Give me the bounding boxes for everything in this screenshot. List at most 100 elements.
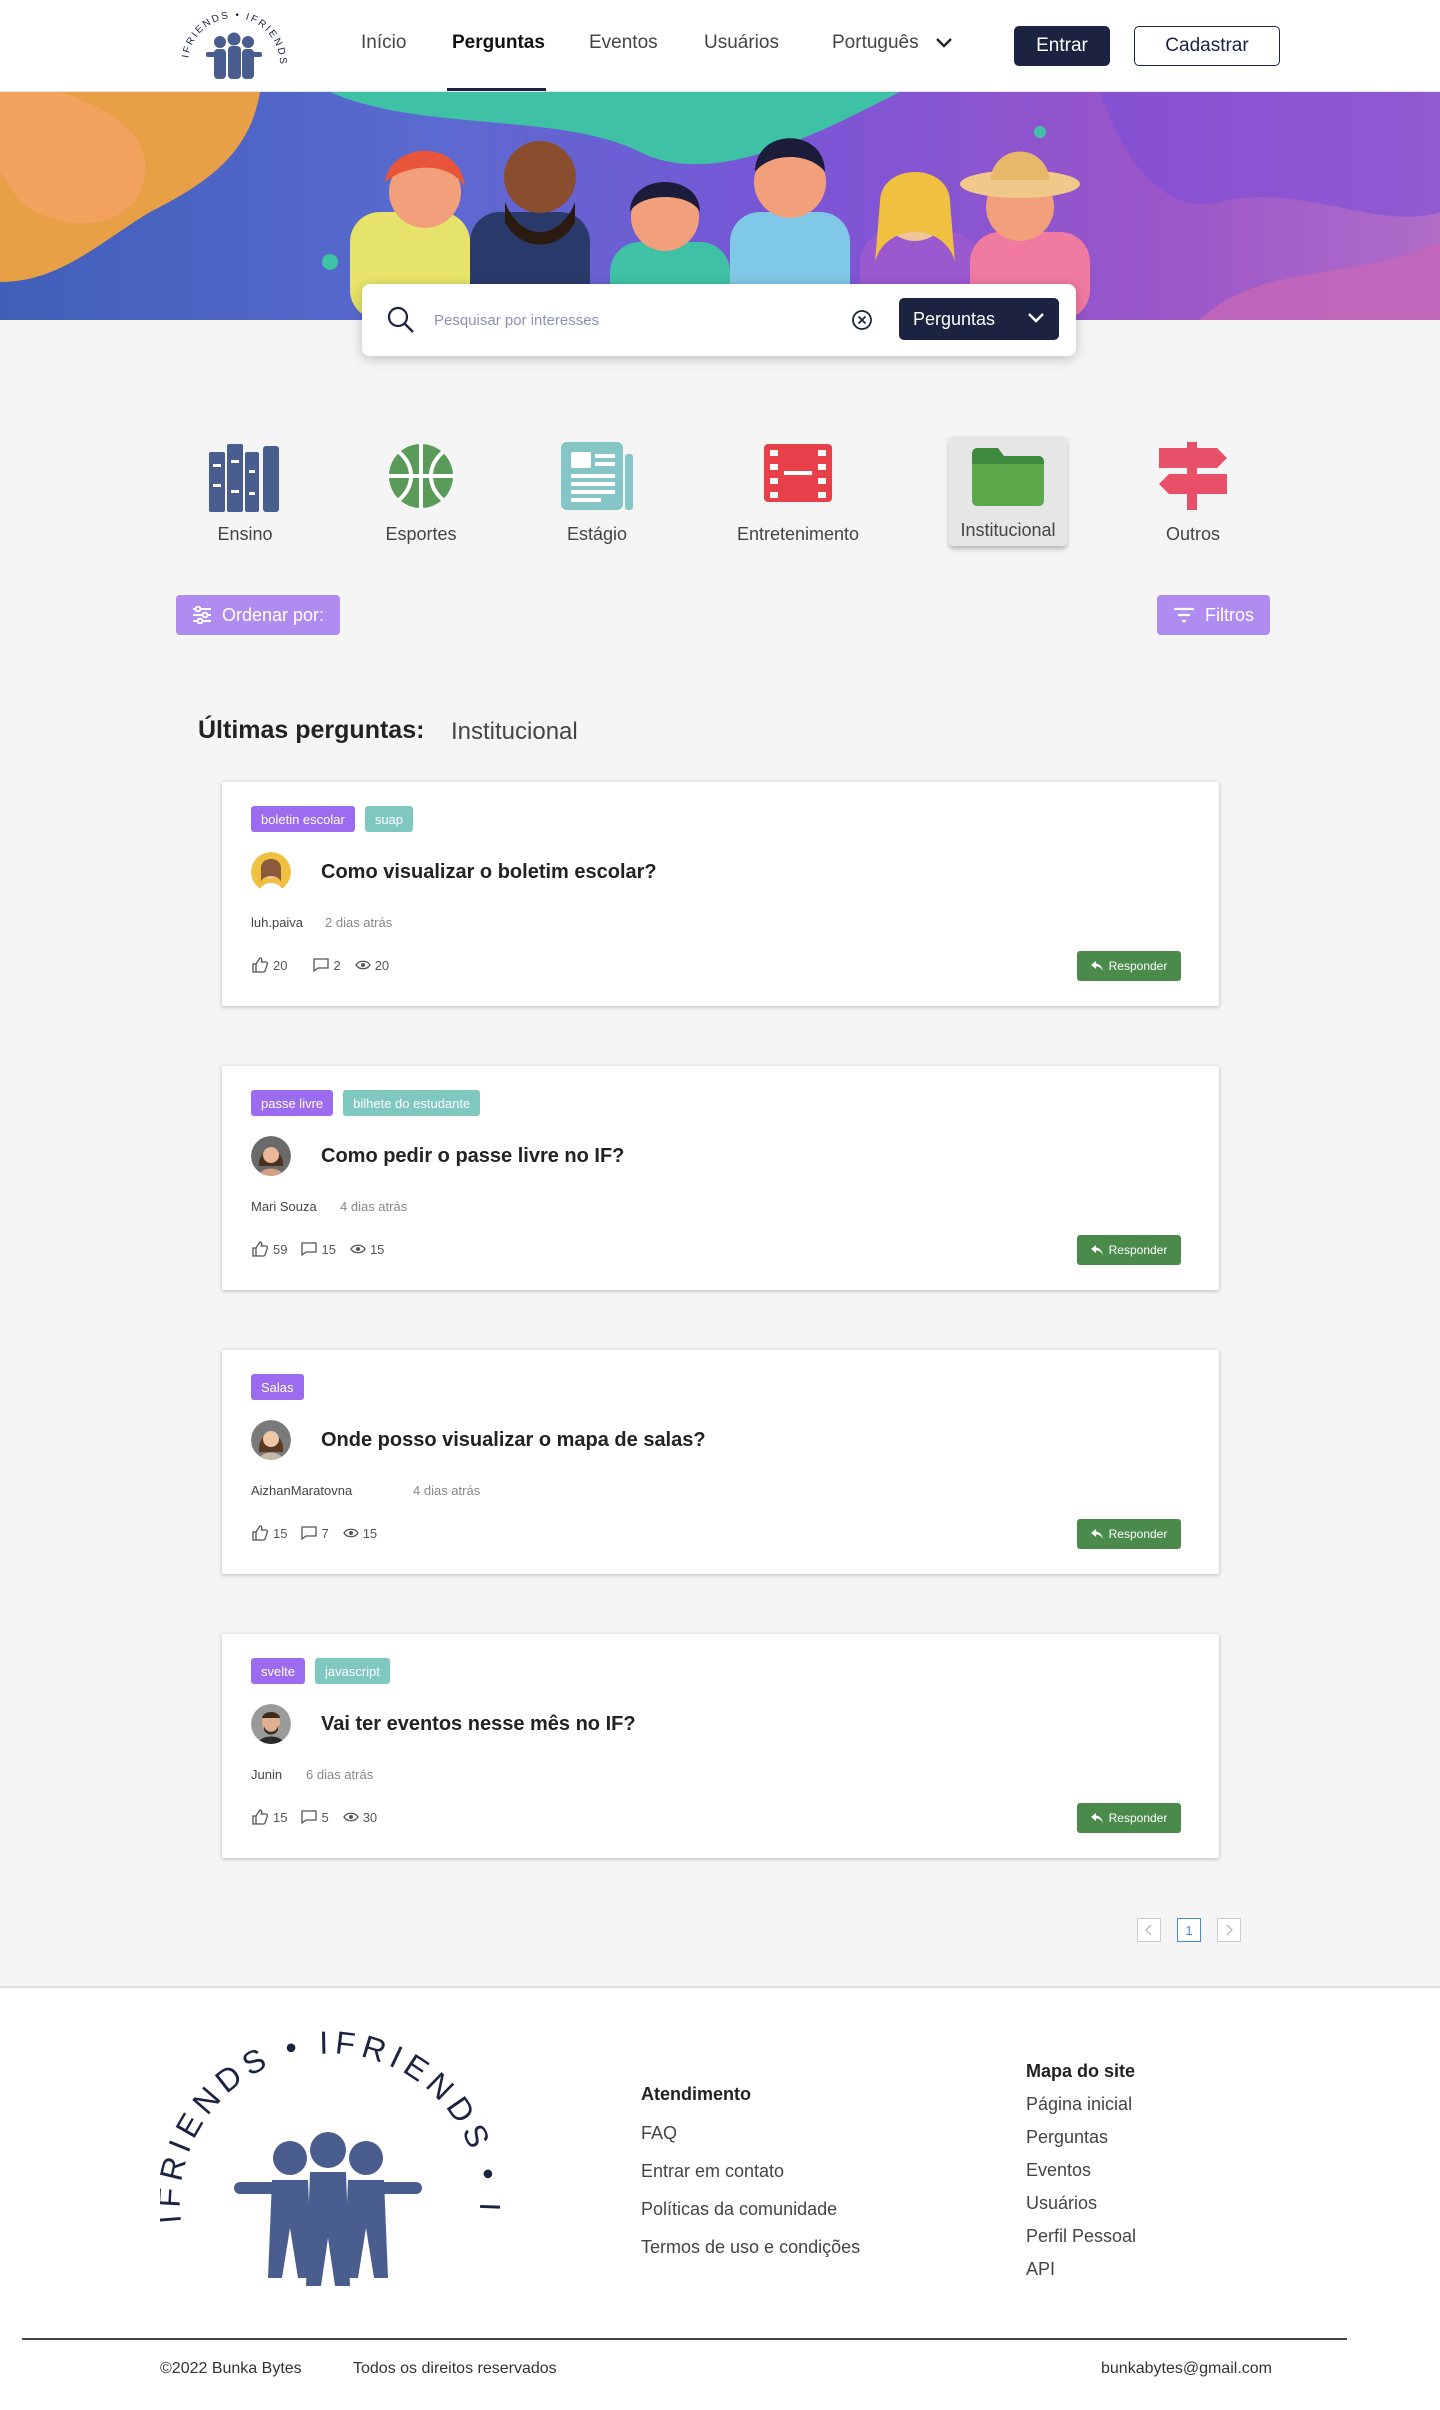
nav-link-inicio[interactable]: Início xyxy=(361,32,406,54)
comment-value: 15 xyxy=(321,1241,336,1257)
footer-logo: IFRIENDS • IFRIENDS • IFRIENDS xyxy=(145,1999,503,2298)
footer-link-eventos[interactable]: Eventos xyxy=(1026,2160,1091,2181)
contact-email[interactable]: bunkabytes@gmail.com xyxy=(1101,2360,1272,2378)
thumbs-up-icon xyxy=(252,1241,268,1257)
filter-icon xyxy=(1174,607,1194,623)
footer-link-contato[interactable]: Entrar em contato xyxy=(641,2161,784,2182)
comment-icon xyxy=(301,1526,318,1541)
view-count: 30 xyxy=(342,1810,377,1825)
avatar[interactable] xyxy=(251,852,291,892)
view-value: 15 xyxy=(369,1241,385,1257)
question-author[interactable]: AizhanMaratovna xyxy=(251,1483,352,1498)
film-icon xyxy=(764,444,832,502)
reply-button[interactable]: Responder xyxy=(1077,951,1181,981)
tag[interactable]: svelte xyxy=(251,1658,305,1684)
nav-link-eventos[interactable]: Eventos xyxy=(589,32,658,54)
tag[interactable]: suap xyxy=(364,806,414,832)
footer-link-faq[interactable]: FAQ xyxy=(641,2123,677,2144)
question-author[interactable]: luh.paiva xyxy=(251,915,303,930)
question-card[interactable]: passe livre bilhete do estudante Como pe… xyxy=(222,1066,1219,1290)
like-count[interactable]: 15 xyxy=(251,1808,287,1826)
category-estagio[interactable]: Estágio xyxy=(532,432,662,552)
like-count[interactable]: 20 xyxy=(251,956,287,974)
tag[interactable]: bilhete do estudante xyxy=(343,1090,481,1116)
reply-button[interactable]: Responder xyxy=(1077,1519,1181,1549)
reply-label: Responder xyxy=(1108,1811,1168,1825)
tag[interactable]: Salas xyxy=(251,1374,304,1400)
question-title[interactable]: Como pedir o passe livre no IF? xyxy=(321,1145,624,1168)
copyright: ©2022 Bunka Bytes xyxy=(160,2360,302,2377)
question-title[interactable]: Onde posso visualizar o mapa de salas? xyxy=(321,1429,706,1452)
question-card[interactable]: boletin escolar suap Como visualizar o b… xyxy=(222,782,1219,1006)
chevron-right-icon xyxy=(1226,1924,1233,1936)
question-title[interactable]: Vai ter eventos nesse mês no IF? xyxy=(321,1713,636,1736)
footer-link-termos[interactable]: Termos de uso e condições xyxy=(641,2237,860,2258)
category-label: Outros xyxy=(1165,524,1221,544)
like-value: 15 xyxy=(273,1525,288,1541)
category-entretenimento[interactable]: Entretenimento xyxy=(733,432,863,552)
pagination-next[interactable] xyxy=(1217,1918,1241,1942)
avatar[interactable] xyxy=(251,1420,291,1460)
comment-count[interactable]: 2 xyxy=(313,957,341,973)
tag[interactable]: javascript xyxy=(314,1658,390,1684)
language-select[interactable]: Português xyxy=(832,32,953,54)
chevron-left-icon xyxy=(1145,1924,1152,1936)
footer-heading-atendimento: Atendimento xyxy=(641,2084,751,2104)
sort-button[interactable]: Ordenar por: xyxy=(176,595,341,635)
clear-search-icon[interactable] xyxy=(851,309,873,331)
reply-button[interactable]: Responder xyxy=(1077,1235,1181,1265)
footer-link-perfil[interactable]: Perfil Pessoal xyxy=(1026,2226,1136,2247)
ifriends-logo[interactable]: IFRIENDS • IFRIENDS • IFRIENDS xyxy=(165,0,298,90)
comment-count[interactable]: 7 xyxy=(301,1525,329,1541)
eye-icon xyxy=(354,960,371,970)
question-card[interactable]: svelte javascript Vai ter eventos nesse … xyxy=(222,1634,1219,1858)
comment-value: 2 xyxy=(333,957,341,973)
comment-count[interactable]: 5 xyxy=(301,1809,329,1825)
nav-link-perguntas[interactable]: Perguntas xyxy=(452,32,545,54)
like-count[interactable]: 59 xyxy=(251,1240,287,1258)
comment-value: 5 xyxy=(321,1809,329,1825)
like-value: 15 xyxy=(273,1809,288,1825)
footer-link-usuarios[interactable]: Usuários xyxy=(1026,2193,1097,2214)
question-author[interactable]: Junin xyxy=(251,1767,282,1782)
footer-link-politicas[interactable]: Políticas da comunidade xyxy=(641,2199,837,2220)
filter-label: Filtros xyxy=(1205,604,1254,625)
avatar[interactable] xyxy=(251,1704,291,1744)
search-type-select[interactable]: Perguntas xyxy=(899,298,1059,340)
signup-button[interactable]: Cadastrar xyxy=(1134,26,1280,66)
like-count[interactable]: 15 xyxy=(251,1524,287,1542)
like-value: 20 xyxy=(273,957,288,973)
category-institucional[interactable]: Institucional xyxy=(949,436,1067,546)
search-icon[interactable] xyxy=(387,306,415,334)
nav-link-usuarios[interactable]: Usuários xyxy=(704,32,779,54)
comment-count[interactable]: 15 xyxy=(301,1241,336,1257)
search-input[interactable] xyxy=(434,306,834,334)
tag[interactable]: passe livre xyxy=(251,1090,334,1116)
tag[interactable]: boletin escolar xyxy=(251,806,355,832)
footer-heading-mapa: Mapa do site xyxy=(1026,2061,1136,2081)
category-label: Estágio xyxy=(566,524,628,544)
newspaper-icon xyxy=(561,442,633,510)
reply-button[interactable]: Responder xyxy=(1077,1803,1181,1833)
footer-link-api[interactable]: API xyxy=(1026,2259,1055,2280)
search-bar: Perguntas xyxy=(362,284,1076,356)
footer-link-pagina-inicial[interactable]: Página inicial xyxy=(1026,2094,1132,2115)
question-title[interactable]: Como visualizar o boletim escolar? xyxy=(321,861,657,884)
category-esportes[interactable]: Esportes xyxy=(356,432,486,552)
avatar[interactable] xyxy=(251,1136,291,1176)
list-category: Institucional xyxy=(451,718,578,745)
login-button[interactable]: Entrar xyxy=(1014,26,1110,66)
question-card[interactable]: Salas Onde posso visualizar o mapa de sa… xyxy=(222,1350,1219,1574)
category-label: Institucional xyxy=(960,520,1056,540)
view-value: 20 xyxy=(374,957,390,973)
filter-button[interactable]: Filtros xyxy=(1157,595,1270,635)
pagination-prev[interactable] xyxy=(1137,1918,1161,1942)
thumbs-up-icon xyxy=(252,957,268,973)
language-label: Português xyxy=(832,32,919,53)
category-outros[interactable]: Outros xyxy=(1128,432,1258,552)
question-author[interactable]: Mari Souza xyxy=(251,1199,317,1214)
footer: IFRIENDS • IFRIENDS • IFRIENDS Atendimen… xyxy=(0,1986,1440,2410)
category-ensino[interactable]: Ensino xyxy=(180,432,310,552)
footer-link-perguntas[interactable]: Perguntas xyxy=(1026,2127,1108,2148)
pagination-page[interactable]: 1 xyxy=(1177,1918,1201,1942)
